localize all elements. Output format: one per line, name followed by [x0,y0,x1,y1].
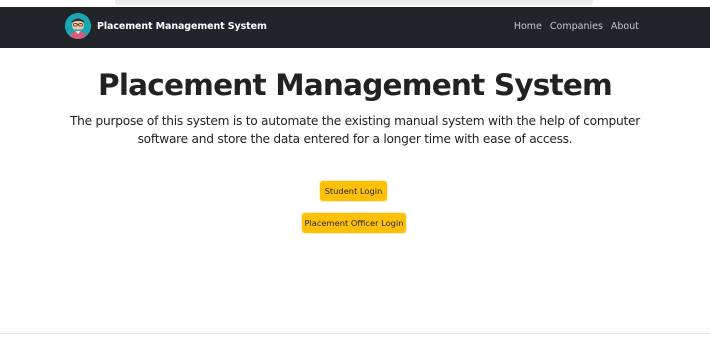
browser-top-strip [0,0,710,7]
footer-divider [0,333,710,334]
nav-link-companies[interactable]: Companies [550,21,603,32]
page-title: Placement Management System [98,68,613,102]
nav-links: Home Companies About [514,21,639,32]
nav-link-about[interactable]: About [611,21,639,32]
brand-title: Placement Management System [97,20,267,32]
navbar: Placement Management System Home Compani… [0,7,710,48]
page-description: The purpose of this system is to automat… [69,114,640,146]
student-avatar-icon [65,13,91,39]
navbar-brand[interactable]: Placement Management System [65,13,267,39]
placement-officer-login-button[interactable]: Placement Officer Login [302,213,406,233]
browser-tab-shadow [115,0,593,5]
nav-link-home[interactable]: Home [514,21,542,32]
student-login-button[interactable]: Student Login [320,181,387,201]
